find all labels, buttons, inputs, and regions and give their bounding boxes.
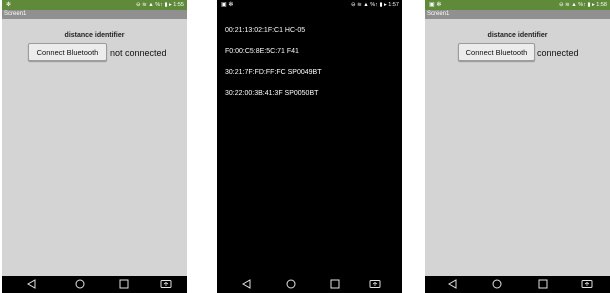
- status-left-icons: ▣ ✻: [221, 2, 234, 8]
- app-content: distance identifier Connect Bluetooth no…: [2, 19, 187, 276]
- screen-mirror-icon[interactable]: [575, 276, 599, 293]
- connect-bluetooth-button[interactable]: Connect Bluetooth: [458, 43, 535, 61]
- device-list-item[interactable]: 00:21:13:02:1F:C1 HC-05: [225, 26, 321, 47]
- connection-status-label: not connected: [110, 48, 167, 58]
- device-list-item[interactable]: 30:22:00:3B:41:3F SP0050BT: [225, 89, 321, 110]
- device-list-panel: 00:21:13:02:1F:C1 HC-05 F0:00:C5:8E:5C:7…: [217, 10, 402, 276]
- app-heading: distance identifier: [487, 32, 548, 39]
- phone-screen-device-picker: ▣ ✻ ⊖ ≋ ▲ %↑ ▮ ▸ 1:57 00:21:13:02:1F:C1 …: [217, 0, 402, 293]
- status-left-icons: ✻: [6, 2, 12, 8]
- status-bar: ▣ ✻ ⊖ ≋ ▲ %↑ ▮ ▸ 1:57: [217, 0, 402, 10]
- screen-mirror-icon[interactable]: [154, 276, 178, 293]
- phone-screen-connected: ▣ ✻ ⊖ ≋ ▲ %↑ ▮ ▸ 1:58 Screen1 distance i…: [425, 0, 610, 293]
- back-icon[interactable]: [441, 276, 465, 293]
- device-list-item[interactable]: F0:00:C5:8E:5C:71 F41: [225, 47, 321, 68]
- home-icon[interactable]: [485, 276, 509, 293]
- app-title-bar: Screen1: [2, 10, 187, 19]
- bluetooth-device-list: 00:21:13:02:1F:C1 HC-05 F0:00:C5:8E:5C:7…: [225, 26, 321, 110]
- status-bar: ▣ ✻ ⊖ ≋ ▲ %↑ ▮ ▸ 1:58: [425, 0, 610, 10]
- recents-icon[interactable]: [323, 276, 347, 293]
- screen-mirror-icon[interactable]: [363, 276, 387, 293]
- phone-screen-disconnected: ✻ ⊖ ≋ ▲ %↑ ▮ ▸ 1:55 Screen1 distance ide…: [2, 0, 187, 293]
- screen-title: Screen1: [427, 11, 450, 17]
- recents-icon[interactable]: [531, 276, 555, 293]
- connect-bluetooth-button[interactable]: Connect Bluetooth: [28, 43, 107, 61]
- android-nav-bar: [2, 276, 187, 293]
- status-left-icons: ▣ ✻: [429, 2, 442, 8]
- connection-status-label: connected: [537, 48, 579, 58]
- app-heading: distance identifier: [64, 32, 125, 39]
- android-nav-bar: [425, 276, 610, 293]
- screen-title: Screen1: [4, 11, 27, 17]
- back-icon[interactable]: [235, 276, 259, 293]
- android-nav-bar: [217, 276, 402, 293]
- status-right-icons: ⊖ ≋ ▲ %↑ ▮ ▸ 1:55: [136, 2, 184, 8]
- status-bar: ✻ ⊖ ≋ ▲ %↑ ▮ ▸ 1:55: [2, 0, 187, 10]
- status-right-icons: ⊖ ≋ ▲ %↑ ▮ ▸ 1:57: [351, 2, 399, 8]
- home-icon[interactable]: [279, 276, 303, 293]
- app-title-bar: Screen1: [425, 10, 610, 19]
- recents-icon[interactable]: [112, 276, 136, 293]
- home-icon[interactable]: [68, 276, 92, 293]
- status-right-icons: ⊖ ≋ ▲ %↑ ▮ ▸ 1:58: [559, 2, 607, 8]
- device-list-item[interactable]: 30:21:7F:FD:FF:FC SP0049BT: [225, 68, 321, 89]
- app-content: distance identifier Connect Bluetooth co…: [425, 19, 610, 276]
- back-icon[interactable]: [20, 276, 44, 293]
